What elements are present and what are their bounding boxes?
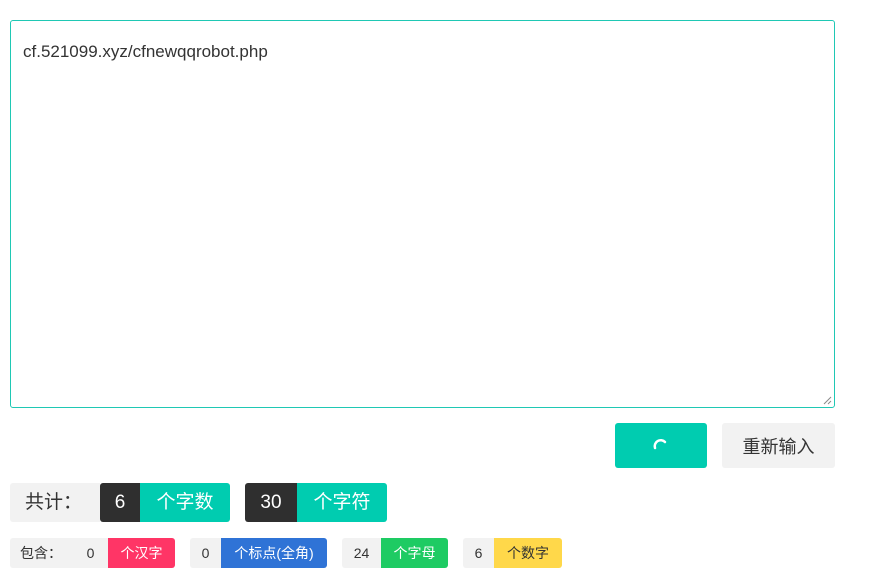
punct-count-unit: 个标点(全角): [221, 538, 327, 568]
digit-count-badge: 6 个数字: [463, 538, 562, 568]
chinese-count-value: 0: [73, 538, 108, 568]
letter-count-badge: 24 个字母: [342, 538, 448, 568]
digit-count-unit: 个数字: [494, 538, 562, 568]
count-submit-button[interactable]: [615, 423, 707, 468]
digit-count-value: 6: [463, 538, 494, 568]
word-count-unit: 个字数: [140, 483, 230, 522]
char-count-badge: 30 个字符: [245, 483, 387, 522]
resize-grip-icon[interactable]: [823, 396, 832, 405]
word-count-value: 6: [100, 483, 140, 522]
punct-count-value: 0: [190, 538, 221, 568]
char-count-unit: 个字符: [297, 483, 387, 522]
total-label: 共计：: [10, 483, 100, 522]
chinese-count-unit: 个汉字: [108, 538, 175, 568]
reset-input-button[interactable]: 重新输入: [722, 423, 835, 468]
letter-count-unit: 个字母: [381, 538, 448, 568]
char-count-value: 30: [245, 483, 297, 522]
chinese-count-badge: 包含： 0 个汉字: [10, 538, 175, 568]
spinner-icon: [653, 438, 667, 449]
punct-count-badge: 0 个标点(全角): [190, 538, 327, 568]
text-input-area[interactable]: cf.521099.xyz/cfnewqqrobot.php: [10, 20, 835, 408]
word-count-badge: 6 个字数: [100, 483, 230, 522]
contains-label: 包含：: [10, 538, 73, 568]
letter-count-value: 24: [342, 538, 381, 568]
